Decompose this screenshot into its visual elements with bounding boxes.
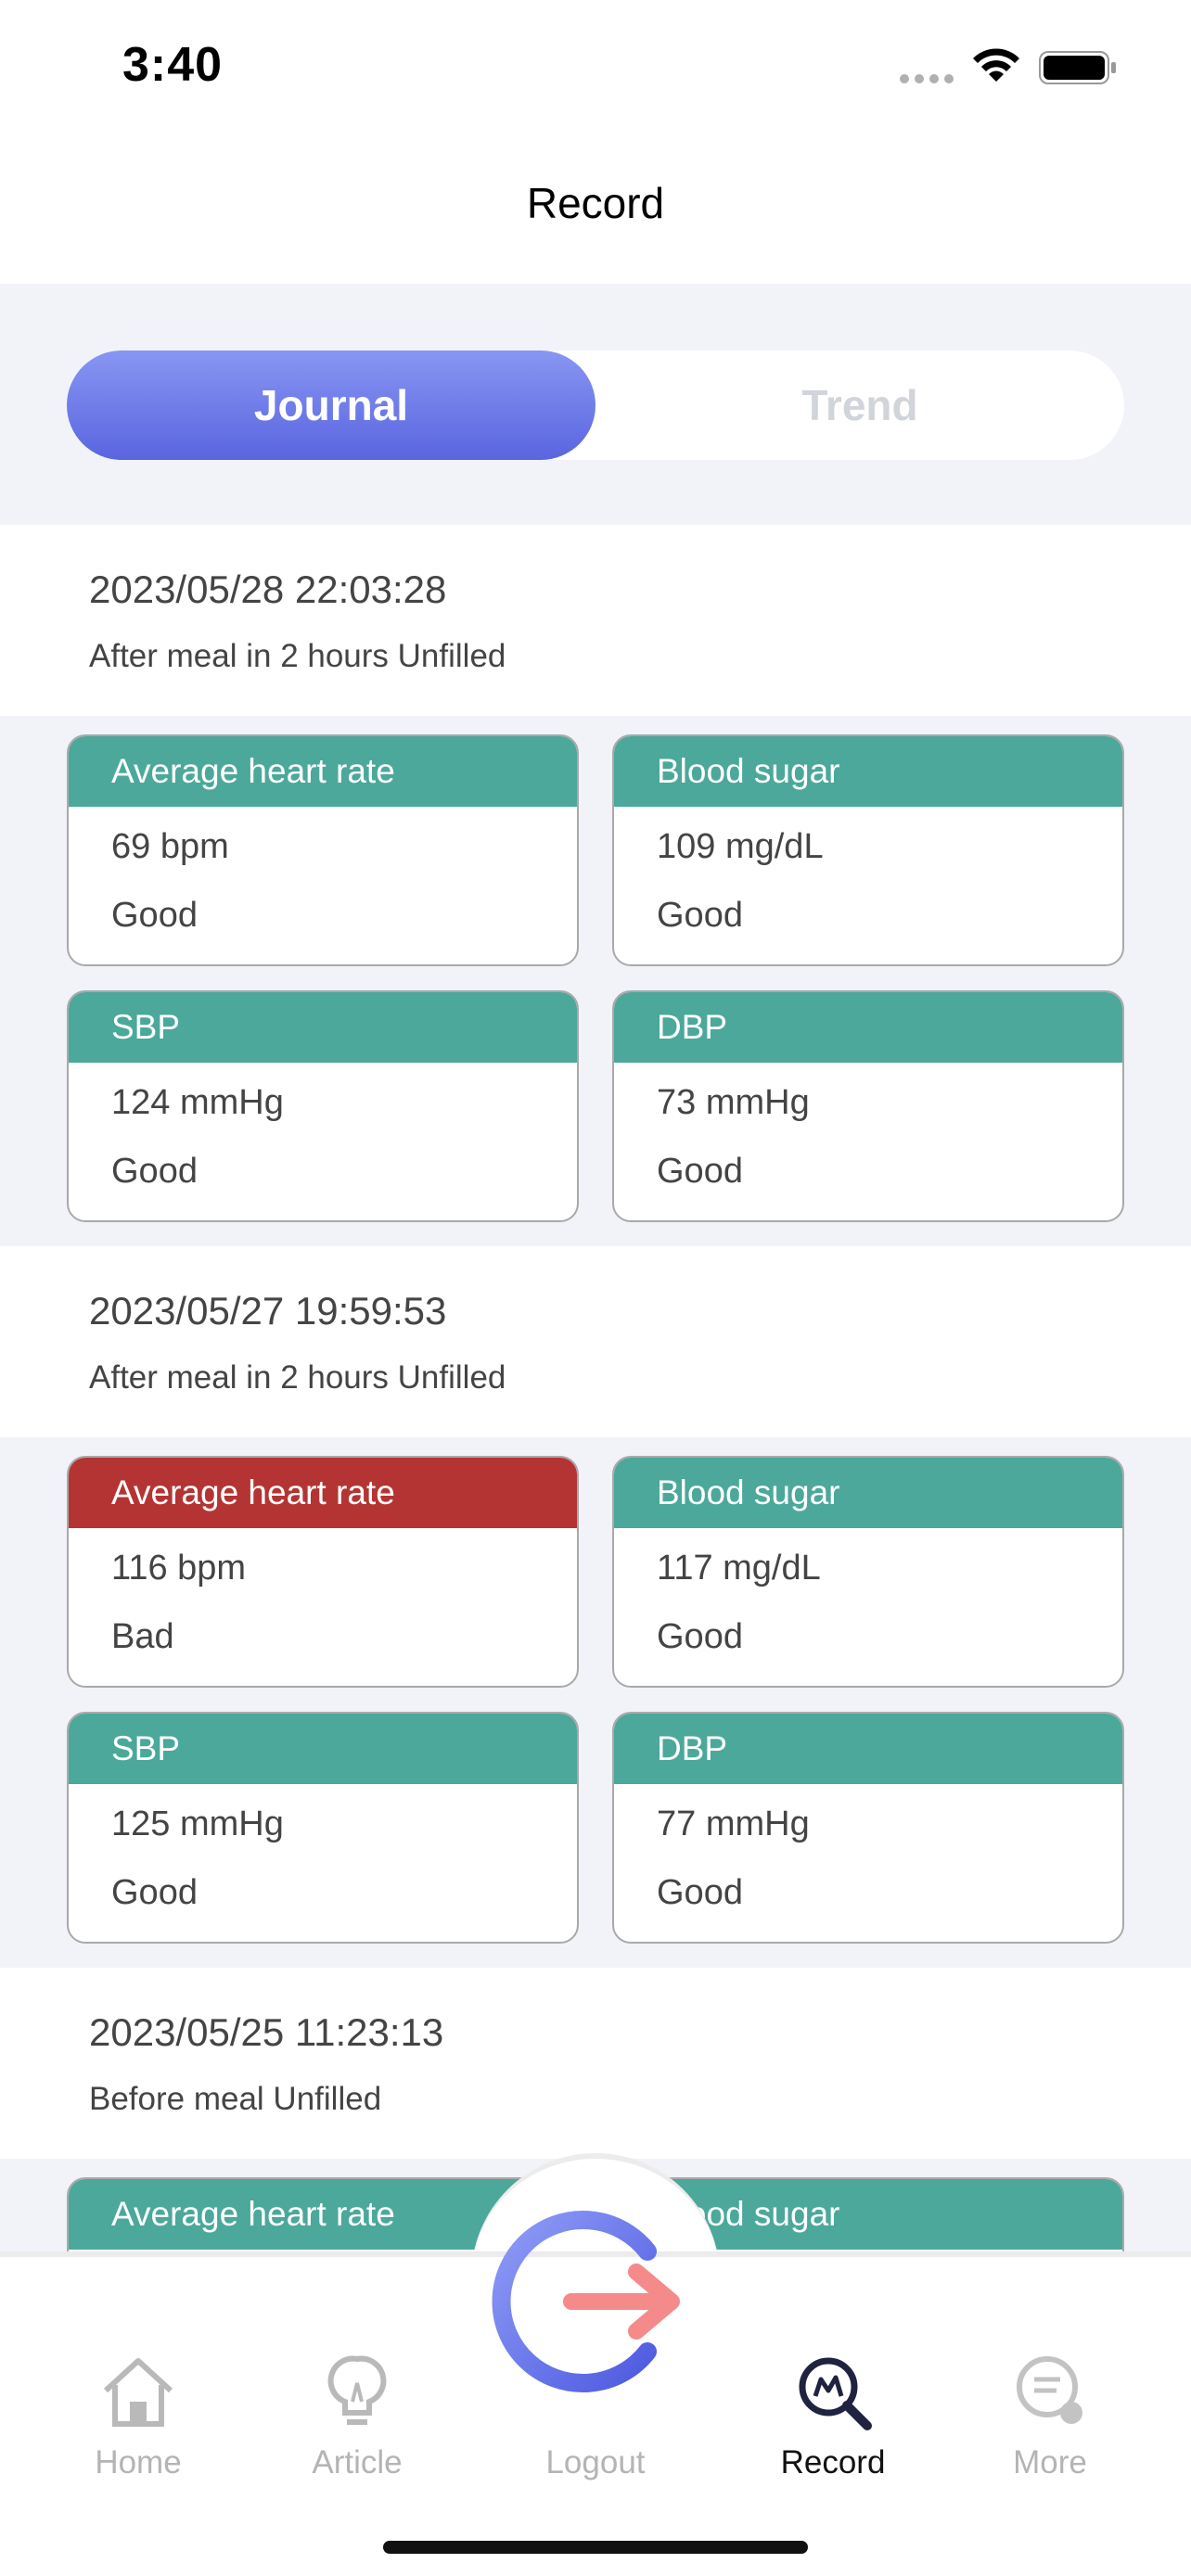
tab-label: More <box>1013 2444 1087 2480</box>
record-meal-note: After meal in 2 hours Unfilled <box>89 638 506 674</box>
card-value: 109 mg/dL <box>657 827 824 866</box>
record-metrics: Average heart rate 116 bpm Bad Blood sug… <box>0 1437 1191 1968</box>
status-bar: 3:40 <box>0 0 1191 139</box>
dbp-card[interactable]: DBP 77 mmHg Good <box>612 1712 1124 1944</box>
card-status: Bad <box>111 1617 174 1656</box>
home-indicator <box>383 2541 808 2554</box>
tab-home[interactable]: Home <box>55 2350 222 2507</box>
home-icon <box>103 2358 173 2427</box>
card-status: Good <box>111 1152 198 1191</box>
status-time: 3:40 <box>122 38 224 92</box>
card-title: Average heart rate <box>69 736 577 807</box>
navigation-bar: Record <box>0 139 1191 284</box>
record-header: 2023/05/25 11:23:13 Before meal Unfilled <box>0 1968 1191 2159</box>
cellular-signal-icon <box>900 74 957 83</box>
card-value: 73 mmHg <box>657 1083 810 1122</box>
card-title: DBP <box>614 992 1122 1063</box>
more-icon <box>1017 2356 1082 2424</box>
card-title: DBP <box>614 1714 1122 1784</box>
card-status: Good <box>657 1873 743 1912</box>
card-value: 116 bpm <box>111 1549 247 1588</box>
record-header: 2023/05/27 19:59:53 After meal in 2 hour… <box>0 1246 1191 1437</box>
record-search-icon <box>799 2357 872 2430</box>
tab-trend[interactable]: Trend <box>596 351 1124 460</box>
card-title: Blood sugar <box>614 1458 1122 1528</box>
record-meal-note: After meal in 2 hours Unfilled <box>89 1359 506 1396</box>
sbp-card[interactable]: SBP 124 mmHg Good <box>67 990 579 1222</box>
segment-area: Journal Trend <box>0 284 1191 525</box>
blood-sugar-card[interactable]: Blood sugar 109 mg/dL Good <box>612 734 1124 966</box>
card-value: 117 mg/dL <box>657 1549 821 1588</box>
record-datetime: 2023/05/25 11:23:13 <box>89 2010 444 2054</box>
card-title: SBP <box>69 1714 577 1784</box>
record-meal-note: Before meal Unfilled <box>89 2081 382 2117</box>
sbp-card[interactable]: SBP 125 mmHg Good <box>67 1712 579 1944</box>
record-datetime: 2023/05/28 22:03:28 <box>89 567 447 611</box>
blood-sugar-card[interactable]: Blood sugar 117 mg/dL Good <box>612 1456 1124 1688</box>
tab-label: Home <box>95 2444 182 2480</box>
record-datetime: 2023/05/27 19:59:53 <box>89 1289 447 1333</box>
tab-record[interactable]: Record <box>749 2350 916 2507</box>
card-title: Blood sugar <box>614 736 1122 807</box>
heart-rate-card[interactable]: Average heart rate 69 bpm Good <box>67 734 579 966</box>
tab-article[interactable]: Article <box>274 2350 441 2507</box>
card-status: Good <box>111 896 198 935</box>
card-status: Good <box>657 1152 743 1191</box>
card-value: 124 mmHg <box>111 1083 284 1122</box>
tab-more[interactable]: More <box>967 2350 1133 2507</box>
tab-label: Logout <box>545 2444 646 2480</box>
card-value: 77 mmHg <box>657 1804 810 1843</box>
card-value: 125 mmHg <box>111 1804 284 1843</box>
card-status: Good <box>111 1873 198 1912</box>
lightbulb-icon <box>327 2355 387 2425</box>
tab-label: Article <box>312 2444 403 2480</box>
card-status: Good <box>657 1617 743 1656</box>
dbp-card[interactable]: DBP 73 mmHg Good <box>612 990 1124 1222</box>
battery-icon <box>1039 51 1116 84</box>
card-title: Average heart rate <box>69 1458 577 1528</box>
logout-icon[interactable] <box>492 2198 699 2405</box>
segmented-control: Journal Trend <box>67 351 1124 460</box>
tab-label: Record <box>780 2444 886 2480</box>
page-title: Record <box>526 179 665 227</box>
record-metrics: Average heart rate 69 bpm Good Blood sug… <box>0 716 1191 1246</box>
wifi-icon <box>973 48 1019 82</box>
heart-rate-card[interactable]: Average heart rate 116 bpm Bad <box>67 1456 579 1688</box>
card-status: Good <box>657 896 743 935</box>
card-title: SBP <box>69 992 577 1063</box>
record-header: 2023/05/28 22:03:28 After meal in 2 hour… <box>0 525 1191 716</box>
tab-journal[interactable]: Journal <box>67 351 596 460</box>
card-value: 69 bpm <box>111 827 229 866</box>
